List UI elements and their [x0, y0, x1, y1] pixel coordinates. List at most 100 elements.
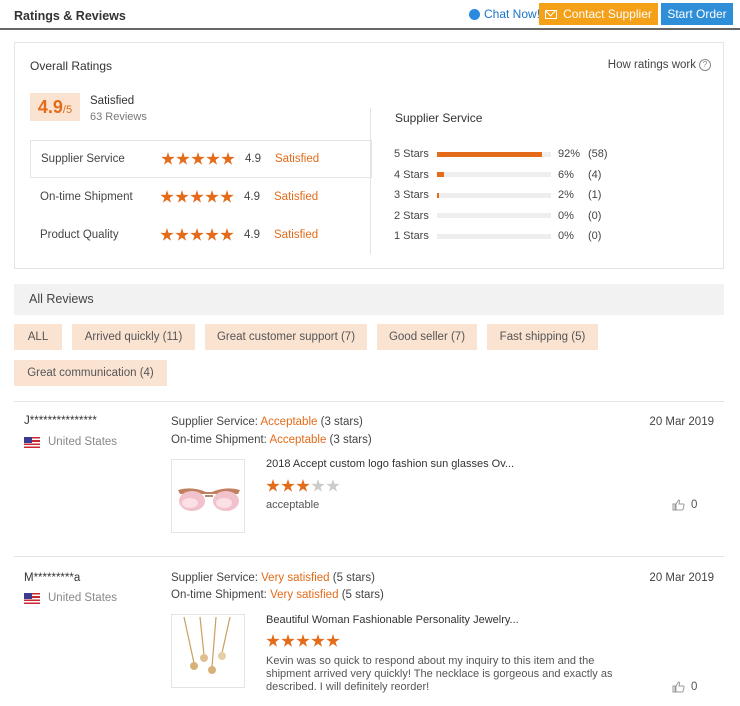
star-filled-icon: [175, 228, 189, 241]
rating-metrics: Supplier Service 4.9 Satisfied On-time S…: [30, 140, 372, 254]
distribution-bar-fill: [437, 172, 444, 178]
metric-label: On-time Shipment: [40, 191, 133, 203]
on-time-shipment-stars: (3 stars): [329, 434, 372, 446]
metric-product-quality: Product Quality 4.9 Satisfied: [30, 216, 370, 254]
thumbs-up-icon: [672, 499, 685, 511]
reviewer-name: M*********a: [24, 572, 81, 584]
distribution-row-5: 5 Stars 92% (58): [394, 144, 714, 165]
envelope-icon: [545, 9, 558, 19]
distribution-row-1: 1 Stars 0% (0): [394, 226, 714, 247]
reviewer-name: J***************: [24, 415, 97, 427]
distribution-percent: 0%: [558, 230, 574, 243]
filter-great-customer-support[interactable]: Great customer support (7): [205, 324, 367, 350]
how-ratings-work-link[interactable]: How ratings work ?: [608, 59, 711, 71]
star-filled-icon: [161, 152, 175, 165]
star-filled-icon: [160, 190, 174, 203]
contact-supplier-button[interactable]: Contact Supplier: [539, 3, 658, 25]
on-time-shipment-value: Very satisfied: [270, 589, 339, 601]
star-distribution: 5 Stars 92% (58) 4 Stars 6% (4) 3 Stars …: [394, 144, 714, 247]
country-label: United States: [48, 436, 118, 448]
like-button[interactable]: 0: [672, 681, 697, 693]
chat-icon: [469, 8, 480, 20]
filter-all[interactable]: ALL: [14, 324, 62, 350]
distribution-label: 4 Stars: [394, 168, 429, 181]
distribution-count: (58): [588, 148, 608, 161]
overall-ratings-panel: Overall Ratings How ratings work ? 4.9 /…: [14, 42, 724, 269]
all-reviews-header: All Reviews: [14, 284, 724, 315]
star-filled-icon: [176, 152, 190, 165]
distribution-bar: [437, 151, 551, 157]
metric-label: Product Quality: [40, 229, 119, 241]
star-empty-icon: [326, 479, 340, 492]
star-empty-icon: [311, 479, 325, 492]
reviewer-country: United States: [24, 436, 117, 448]
on-time-shipment-label: On-time Shipment:: [171, 589, 267, 601]
distribution-bar-fill: [437, 192, 440, 198]
product-title-link[interactable]: 2018 Accept custom logo fashion sun glas…: [266, 458, 514, 470]
star-filled-icon: [160, 228, 174, 241]
overall-score-suffix: /5: [62, 104, 73, 116]
panel-divider: [370, 108, 371, 254]
star-filled-icon: [220, 190, 234, 203]
distribution-label: 5 Stars: [394, 148, 429, 161]
star-filled-icon: [266, 634, 280, 647]
review-date: 20 Mar 2019: [649, 416, 714, 428]
on-time-shipment-rating: On-time Shipment: Very satisfied (5 star…: [171, 589, 384, 601]
supplier-service-stars: (3 stars): [320, 416, 363, 428]
review-divider: [14, 556, 724, 557]
metric-status: Satisfied: [274, 229, 319, 241]
review-text: Kevin was so quick to respond about my i…: [266, 655, 613, 693]
overall-ratings-title: Overall Ratings: [30, 59, 113, 73]
metric-value: 4.9: [245, 153, 261, 165]
metric-supplier-service: Supplier Service 4.9 Satisfied: [30, 140, 372, 178]
metric-status: Satisfied: [274, 191, 319, 203]
product-title-link[interactable]: Beautiful Woman Fashionable Personality …: [266, 614, 519, 626]
chat-now-link[interactable]: Chat Now!: [469, 7, 540, 21]
distribution-label: 3 Stars: [394, 189, 429, 202]
star-filled-icon: [205, 190, 219, 203]
start-order-button[interactable]: Start Order: [661, 3, 733, 25]
distribution-count: (0): [588, 209, 602, 222]
distribution-bar: [437, 172, 551, 178]
filter-fast-shipping[interactable]: Fast shipping (5): [487, 324, 598, 350]
country-label: United States: [48, 592, 118, 604]
supplier-service-label: Supplier Service:: [171, 572, 258, 584]
review-rating-stars: [266, 634, 340, 648]
filter-arrived-quickly[interactable]: Arrived quickly (11): [72, 324, 195, 350]
metric-status: Satisfied: [275, 153, 320, 165]
filter-good-seller[interactable]: Good seller (7): [377, 324, 477, 350]
product-thumbnail[interactable]: [171, 614, 245, 688]
distribution-percent: 92%: [558, 148, 581, 161]
chat-now-label: Chat Now!: [484, 7, 541, 21]
overall-score-badge: 4.9 /5: [30, 93, 80, 121]
star-filled-icon: [326, 634, 340, 647]
like-count: 0: [691, 681, 698, 693]
distribution-bar: [437, 233, 551, 239]
distribution-label: 2 Stars: [394, 209, 429, 222]
header-bar: Ratings & Reviews Chat Now! Contact Supp…: [0, 0, 740, 30]
supplier-service-value: Acceptable: [260, 416, 318, 428]
overall-satisfied-label: Satisfied: [90, 95, 135, 107]
distribution-percent: 0%: [558, 209, 574, 222]
reviews-count: 63 Reviews: [90, 111, 147, 123]
star-filled-icon: [281, 479, 295, 492]
filter-great-communication[interactable]: Great communication (4): [14, 360, 167, 386]
metric-stars: [160, 228, 244, 242]
distribution-count: (1): [588, 189, 602, 202]
star-filled-icon: [266, 479, 280, 492]
us-flag-icon: [24, 592, 40, 604]
necklace-image: [172, 615, 244, 687]
star-filled-icon: [191, 152, 205, 165]
like-button[interactable]: 0: [672, 499, 697, 511]
product-thumbnail[interactable]: [171, 459, 245, 533]
start-order-label: Start Order: [667, 7, 727, 21]
star-filled-icon: [296, 634, 310, 647]
all-reviews-title: All Reviews: [29, 292, 94, 306]
reviewer-country: United States: [24, 592, 117, 604]
metric-on-time-shipment: On-time Shipment 4.9 Satisfied: [30, 178, 370, 216]
supplier-service-label: Supplier Service:: [171, 416, 258, 428]
distribution-bar: [437, 213, 551, 219]
review-text: acceptable: [266, 499, 320, 511]
supplier-service-rating: Supplier Service: Acceptable (3 stars): [171, 416, 363, 428]
on-time-shipment-value: Acceptable: [269, 434, 327, 446]
